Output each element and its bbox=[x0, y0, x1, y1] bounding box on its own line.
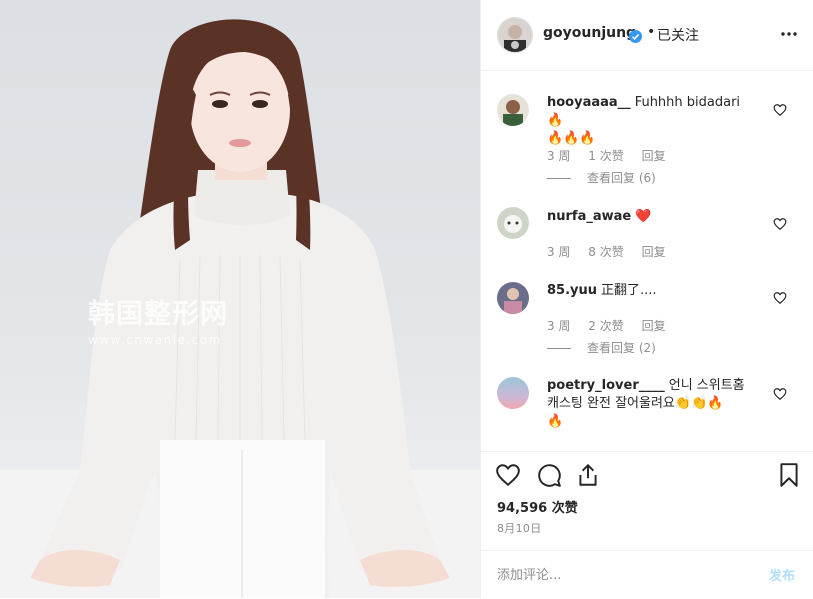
view-replies-line bbox=[547, 178, 571, 179]
comment-reply-button[interactable]: 回复 bbox=[642, 149, 666, 163]
view-replies-line bbox=[547, 348, 571, 349]
comment-username[interactable]: 85.yuu bbox=[547, 283, 597, 298]
comment-input[interactable]: 添加评论... bbox=[497, 564, 561, 583]
comment-username[interactable]: nurfa_awae bbox=[547, 209, 631, 224]
comment-body: ❤️ bbox=[635, 209, 652, 224]
post-comment-button[interactable]: 发布 bbox=[769, 565, 795, 584]
commenter-avatar[interactable] bbox=[497, 207, 529, 239]
comment-icon[interactable] bbox=[536, 462, 562, 488]
comment-text: nurfa_awae ❤️ bbox=[547, 208, 747, 226]
post-photo[interactable]: 韩国整形网 www.cnwanle.com bbox=[0, 0, 480, 598]
comment-meta: 3 周 1 次赞 回复 bbox=[547, 147, 680, 164]
comment-body-line3: 🔥 bbox=[547, 414, 564, 429]
heart-icon[interactable] bbox=[495, 462, 521, 488]
comment-text: poetry_lover____ 언니 스위트홈 캐스팅 완전 잘어울려요👏👏🔥 … bbox=[547, 377, 757, 431]
view-replies-button[interactable]: 查看回复 (2) bbox=[547, 339, 656, 356]
comment-reply-button[interactable]: 回复 bbox=[642, 245, 666, 259]
comment-like-heart-icon[interactable] bbox=[773, 290, 787, 305]
comment-body: 언니 스위트홈 bbox=[668, 378, 745, 393]
view-replies-label: 查看回复 (6) bbox=[587, 171, 656, 185]
watermark: 韩国整形网 www.cnwanle.com bbox=[88, 300, 228, 348]
comment-time: 3 周 bbox=[547, 319, 571, 333]
likes-count[interactable]: 94,596 次赞 bbox=[497, 497, 578, 516]
author-username[interactable]: goyounjung bbox=[543, 25, 636, 41]
comment-like-heart-icon[interactable] bbox=[773, 102, 787, 117]
post-date: 8月10日 bbox=[497, 522, 542, 535]
comment-likes-count[interactable]: 1 次赞 bbox=[588, 149, 623, 163]
view-replies-label: 查看回复 (2) bbox=[587, 341, 656, 355]
commenter-avatar[interactable] bbox=[497, 282, 529, 314]
commenter-avatar[interactable] bbox=[497, 94, 529, 126]
post-side-panel: goyounjung • 已关注 hooyaaaa__ Fuhhhh bidada… bbox=[480, 0, 813, 598]
commenter-avatar[interactable] bbox=[497, 377, 529, 409]
comment-reply-button[interactable]: 回复 bbox=[642, 319, 666, 333]
portrait-illustration bbox=[0, 19, 480, 598]
separator-dot: • bbox=[647, 24, 656, 40]
add-comment-bar: 添加评论... 发布 bbox=[481, 550, 813, 599]
bookmark-icon[interactable] bbox=[776, 462, 802, 488]
comment-like-heart-icon[interactable] bbox=[773, 386, 787, 401]
comment-text: 85.yuu 正翻了.... bbox=[547, 282, 747, 300]
comment-username[interactable]: hooyaaaa__ bbox=[547, 95, 631, 110]
comments-list[interactable]: hooyaaaa__ Fuhhhh bidadari 🔥 🔥🔥🔥 3 周 1 次赞… bbox=[481, 71, 813, 451]
comment-text: hooyaaaa__ Fuhhhh bidadari 🔥 🔥🔥🔥 bbox=[547, 94, 747, 148]
comment-body: 正翻了.... bbox=[601, 283, 657, 298]
post-header: goyounjung • 已关注 bbox=[481, 0, 813, 71]
comment-time: 3 周 bbox=[547, 149, 571, 163]
comment-body-line2: 🔥🔥🔥 bbox=[547, 131, 596, 146]
more-horizontal-icon[interactable] bbox=[779, 24, 799, 44]
comment-likes-count[interactable]: 2 次赞 bbox=[588, 319, 623, 333]
following-button[interactable]: 已关注 bbox=[657, 25, 699, 45]
watermark-url: www.cnwanle.com bbox=[88, 333, 222, 347]
comment-like-heart-icon[interactable] bbox=[773, 216, 787, 231]
author-avatar[interactable] bbox=[497, 17, 533, 53]
comment-body-line2: 캐스팅 완전 잘어울려요👏👏🔥 bbox=[547, 396, 724, 411]
comment-username[interactable]: poetry_lover____ bbox=[547, 378, 665, 393]
instagram-post-view: 韩国整形网 www.cnwanle.com goyounjung • 已关注 h… bbox=[0, 0, 813, 598]
view-replies-button[interactable]: 查看回复 (6) bbox=[547, 169, 656, 186]
comment-likes-count[interactable]: 8 次赞 bbox=[588, 245, 623, 259]
share-icon[interactable] bbox=[575, 462, 601, 488]
watermark-text: 韩国整形网 bbox=[88, 299, 228, 330]
comment-meta: 3 周 8 次赞 回复 bbox=[547, 243, 680, 260]
verified-badge-icon bbox=[629, 28, 642, 43]
post-actions: 94,596 次赞 8月10日 bbox=[481, 451, 813, 557]
comment-time: 3 周 bbox=[547, 245, 571, 259]
comment-meta: 3 周 2 次赞 回复 bbox=[547, 317, 680, 334]
